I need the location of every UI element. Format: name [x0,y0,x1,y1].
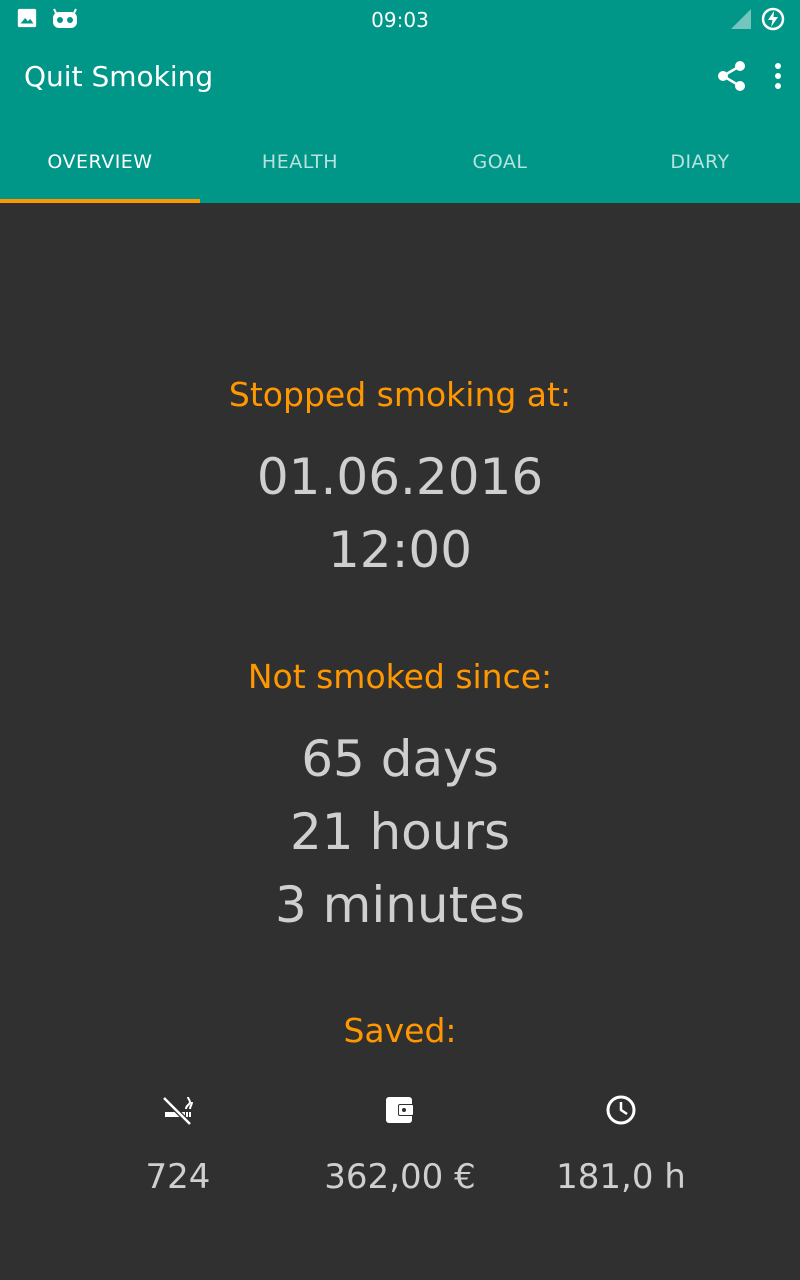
saved-money-value: 362,00 € [324,1157,476,1197]
since-label: Not smoked since: [247,657,553,696]
tab-diary[interactable]: DIARY [600,120,800,203]
stopped-date: 01.06.2016 [256,448,544,506]
since-days: 65 days [301,730,499,788]
saved-label: Saved: [343,1011,457,1050]
status-right-icons [730,6,786,32]
clock-icon [606,1095,636,1125]
battery-charging-icon [761,7,785,31]
status-bar: 09:03 [0,0,800,38]
stopped-label: Stopped smoking at: [228,375,572,414]
status-time: 09:03 [371,8,429,32]
toolbar-actions [714,58,784,94]
saved-cigarettes: 724 [68,1093,288,1197]
tab-bar: OVERVIEW HEALTH GOAL DIARY [0,120,800,203]
saved-money: 362,00 € [290,1093,510,1197]
tab-overview[interactable]: OVERVIEW [0,120,200,203]
tab-health[interactable]: HEALTH [200,120,400,203]
app-toolbar: Quit Smoking [0,38,800,120]
app-title: Quit Smoking [24,60,214,93]
saved-time: 181,0 h [511,1093,731,1197]
share-icon[interactable] [714,58,750,94]
tab-goal[interactable]: GOAL [400,120,600,203]
saved-stats: 724 362,00 € 181,0 h [0,1093,800,1203]
saved-cigarettes-value: 724 [145,1157,211,1197]
more-vert-icon[interactable] [772,58,784,94]
wallet-icon [386,1097,414,1123]
since-hours: 21 hours [289,803,511,861]
no-smoking-icon [162,1096,193,1126]
stopped-time: 12:00 [327,521,473,579]
signal-icon [731,9,751,29]
saved-time-value: 181,0 h [556,1157,686,1197]
overview-content: Stopped smoking at: 01.06.2016 12:00 Not… [0,203,800,1280]
since-minutes: 3 minutes [274,876,526,934]
